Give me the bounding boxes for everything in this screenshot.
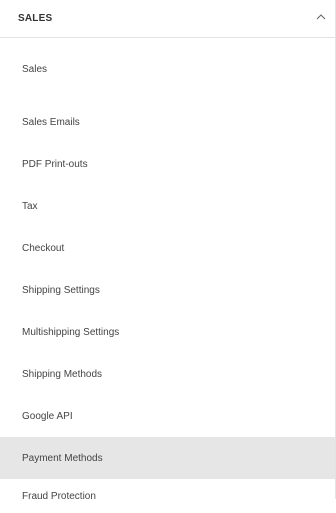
nav-item-label: Fraud Protection (22, 490, 96, 502)
nav-item-label: PDF Print-outs (22, 158, 88, 170)
nav-item-label: Payment Methods (22, 452, 103, 464)
config-sidebar: SALES Sales Sales Emails PDF Print-outs … (0, 0, 336, 502)
nav-item-shipping-methods[interactable]: Shipping Methods (0, 353, 335, 395)
nav-item-multishipping-settings[interactable]: Multishipping Settings (0, 311, 335, 353)
nav-item-label: Shipping Settings (22, 284, 100, 296)
nav-item-label: Multishipping Settings (22, 326, 120, 338)
nav-item-label: Sales Emails (22, 116, 80, 128)
nav-item-sales-emails[interactable]: Sales Emails (0, 101, 335, 143)
nav-item-label: Checkout (22, 242, 65, 254)
nav-item-tax[interactable]: Tax (0, 185, 335, 227)
nav-item-shipping-settings[interactable]: Shipping Settings (0, 269, 335, 311)
nav-item-label: Sales (22, 64, 48, 75)
nav-item-pdf-print-outs[interactable]: PDF Print-outs (0, 143, 335, 185)
nav-item-checkout[interactable]: Checkout (0, 227, 335, 269)
sales-nav-list: Sales Sales Emails PDF Print-outs Tax Ch… (0, 38, 335, 513)
nav-item-google-api[interactable]: Google API (0, 395, 335, 437)
sales-section-header[interactable]: SALES (0, 0, 335, 38)
nav-item-label: Tax (22, 200, 38, 212)
nav-item-fraud-protection[interactable]: Fraud Protection (0, 479, 335, 513)
nav-item-sales[interactable]: Sales (0, 38, 335, 101)
nav-item-payment-methods[interactable]: Payment Methods (0, 437, 335, 479)
section-title: SALES (18, 13, 53, 24)
chevron-up-icon[interactable] (315, 11, 327, 23)
nav-item-label: Google API (22, 410, 73, 422)
nav-item-label: Shipping Methods (22, 368, 103, 380)
